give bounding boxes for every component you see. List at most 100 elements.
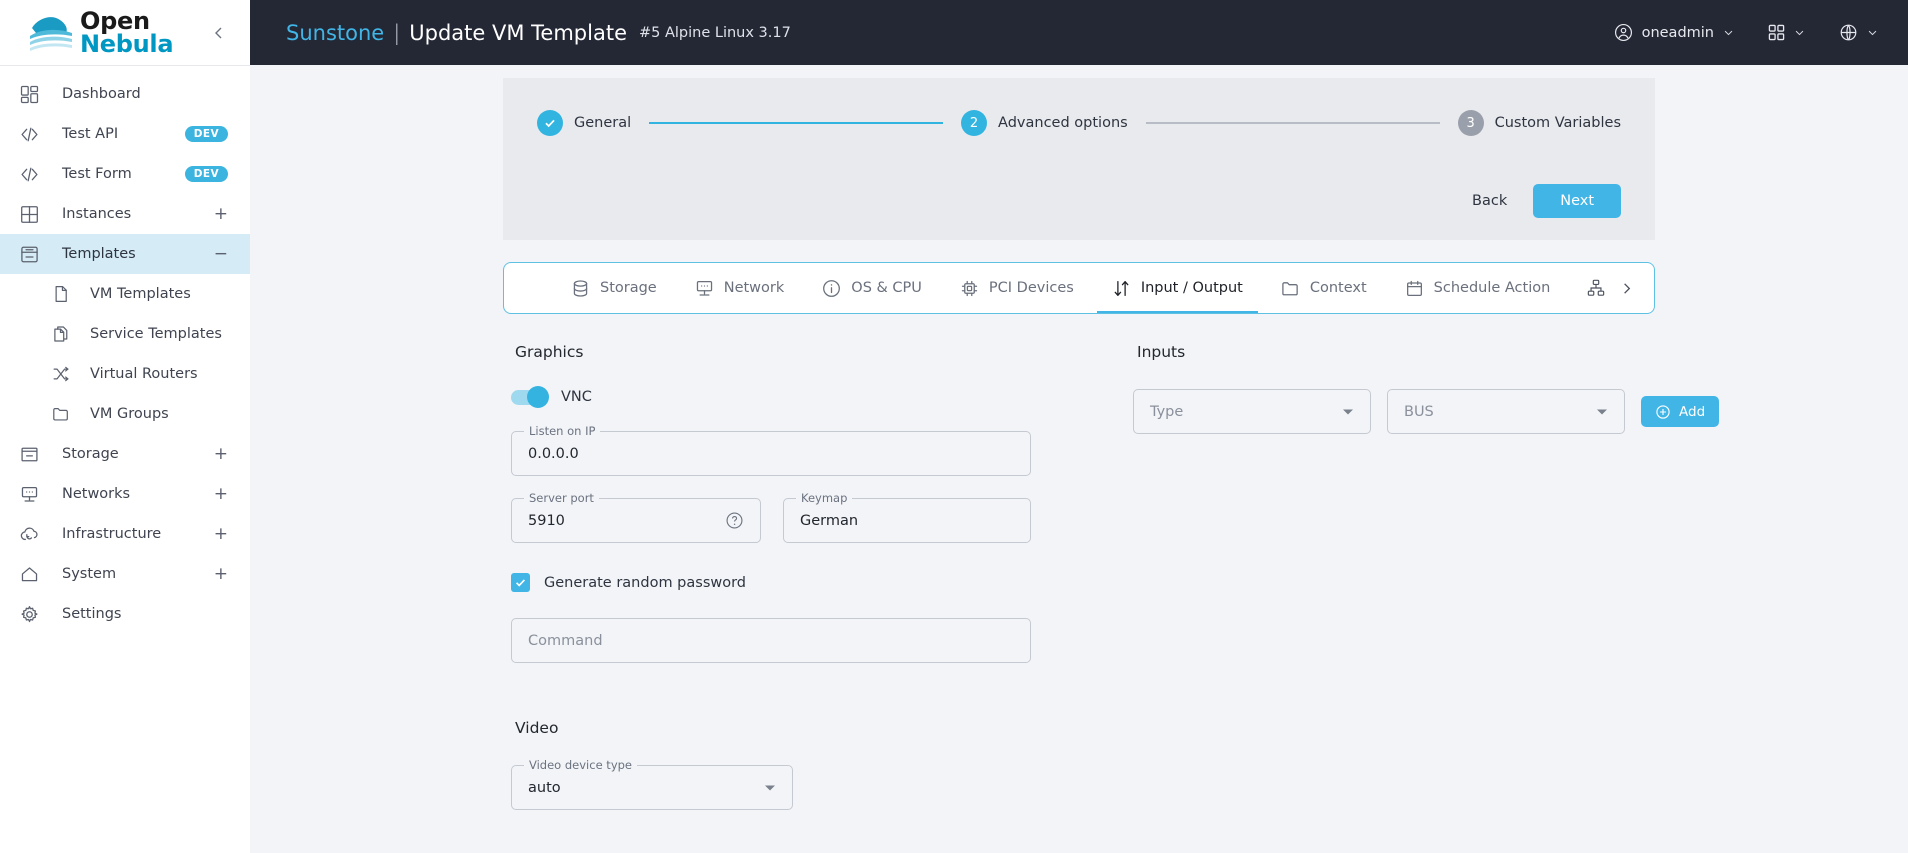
folder-icon (1281, 279, 1300, 298)
sidebar-item-test-api[interactable]: Test API DEV (0, 114, 250, 154)
username-label: oneadmin (1641, 24, 1714, 41)
server-port-label: Server port (524, 491, 599, 505)
network-monitor-icon (20, 485, 50, 504)
tab-context[interactable]: Context (1262, 263, 1386, 313)
sidebar-item-service-templates[interactable]: Service Templates (0, 314, 250, 354)
sidebar-item-dashboard[interactable]: Dashboard (0, 74, 250, 114)
sidebar-item-networks[interactable]: Networks + (0, 474, 250, 514)
command-field[interactable]: Command (511, 618, 1031, 663)
expand-plus-icon[interactable]: + (214, 205, 228, 223)
tab-pci-devices[interactable]: PCI Devices (941, 263, 1093, 313)
step-label: Custom Variables (1494, 115, 1621, 131)
sidebar-item-label: Test API (62, 126, 119, 142)
sidebar-item-label: VM Templates (90, 286, 191, 302)
vnc-label: VNC (561, 389, 592, 405)
info-circle-icon (822, 279, 841, 298)
main-area: Sunstone | Update VM Template #5 Alpine … (250, 0, 1908, 853)
tab-storage[interactable]: Storage (552, 263, 676, 313)
wizard-card: General 2 Advanced options 3 Custom Variable… (503, 78, 1655, 240)
wizard-step-advanced-options[interactable]: 2 Advanced options (961, 110, 1128, 136)
wizard-actions: Back Next (537, 184, 1621, 218)
expand-plus-icon[interactable]: + (214, 525, 228, 543)
expand-plus-icon[interactable]: + (214, 445, 228, 463)
help-circle-icon[interactable] (725, 511, 744, 530)
network-monitor-icon (695, 279, 714, 298)
vnc-toggle[interactable] (511, 386, 549, 408)
server-port-value: 5910 (528, 512, 565, 529)
video-section-title: Video (515, 719, 559, 737)
globe-icon (1839, 23, 1858, 42)
apps-menu[interactable] (1768, 24, 1805, 41)
keymap-field[interactable]: Keymap German (783, 491, 1031, 543)
sidebar-item-label: Test Form (62, 166, 132, 182)
sidebar-item-storage[interactable]: Storage + (0, 434, 250, 474)
grid-squares-icon (20, 205, 50, 224)
dev-badge: DEV (184, 166, 228, 182)
command-placeholder: Command (528, 632, 603, 649)
user-menu[interactable]: oneadmin (1614, 23, 1734, 42)
home-icon (20, 565, 50, 584)
sidebar-item-test-form[interactable]: Test Form DEV (0, 154, 250, 194)
inputs-section-title: Inputs (1137, 343, 1186, 361)
tab-os-cpu[interactable]: OS & CPU (803, 263, 941, 313)
sidebar-item-label: Service Templates (90, 326, 222, 342)
plus-circle-icon (1655, 404, 1671, 420)
video-device-type-select[interactable]: Video device type auto (511, 758, 793, 810)
tab-bar: Storage Network OS & CPU PCI Devices Input /… (503, 262, 1655, 314)
grid-apps-icon (1768, 24, 1785, 41)
sidebar-item-label: Infrastructure (62, 526, 162, 542)
sitemap-icon[interactable] (1587, 279, 1605, 297)
tab-label: Storage (600, 280, 657, 296)
sidebar-item-virtual-routers[interactable]: Virtual Routers (0, 354, 250, 394)
tab-input-output[interactable]: Input / Output (1093, 263, 1262, 313)
sidebar-item-label: System (62, 566, 117, 582)
next-button[interactable]: Next (1533, 184, 1621, 218)
input-type-select[interactable]: Type (1133, 389, 1371, 434)
chevron-left-icon[interactable] (206, 20, 232, 46)
wizard-step-custom-variables[interactable]: 3 Custom Variables (1457, 110, 1621, 136)
input-type-placeholder: Type (1150, 403, 1184, 420)
collapse-minus-icon[interactable]: − (214, 245, 228, 263)
tab-label: Schedule Action (1433, 280, 1551, 296)
opennebula-logo-icon (28, 12, 74, 54)
back-button[interactable]: Back (1462, 186, 1517, 216)
input-bus-select[interactable]: BUS (1387, 389, 1625, 434)
chevron-right-icon[interactable] (1619, 281, 1634, 296)
app-name: Sunstone (286, 20, 385, 45)
tab-network[interactable]: Network (676, 263, 804, 313)
header-actions: oneadmin (1614, 23, 1878, 42)
top-header: Sunstone | Update VM Template #5 Alpine … (250, 0, 1908, 65)
wizard-step-general[interactable]: General (537, 110, 631, 136)
tab-schedule-action[interactable]: Schedule Action (1386, 263, 1570, 313)
tab-label: Network (723, 280, 785, 296)
expand-plus-icon[interactable]: + (214, 565, 228, 583)
video-device-type-label: Video device type (524, 758, 637, 772)
sidebar-item-vm-groups[interactable]: VM Groups (0, 394, 250, 434)
step-indicator: 2 (961, 110, 988, 136)
inputs-add-row: Type BUS Add (1133, 389, 1720, 434)
generate-random-password-checkbox[interactable] (511, 573, 530, 592)
shuffle-icon (52, 365, 76, 383)
sidebar: Open Nebula Dashboard Test API DEV Test For… (0, 0, 250, 853)
sidebar-item-templates[interactable]: Templates − (0, 234, 250, 274)
expand-plus-icon[interactable]: + (214, 485, 228, 503)
sidebar-item-settings[interactable]: Settings (0, 594, 250, 634)
user-circle-icon (1614, 23, 1633, 42)
step-indicator: 3 (1457, 110, 1484, 136)
language-menu[interactable] (1839, 23, 1878, 42)
add-input-button[interactable]: Add (1641, 396, 1720, 427)
arrows-updown-icon (1112, 279, 1131, 298)
tab-label: OS & CPU (851, 280, 922, 296)
server-port-field[interactable]: Server port 5910 (511, 491, 761, 543)
sidebar-item-system[interactable]: System + (0, 554, 250, 594)
sidebar-item-vm-templates[interactable]: VM Templates (0, 274, 250, 314)
sidebar-item-label: Templates (62, 246, 136, 262)
sidebar-item-instances[interactable]: Instances + (0, 194, 250, 234)
brand-wordmark: Open Nebula (80, 9, 174, 55)
tab-label: Context (1309, 280, 1367, 296)
listen-on-ip-field[interactable]: Listen on IP 0.0.0.0 (511, 424, 1031, 476)
chevron-down-icon (1794, 27, 1805, 38)
wizard-stepper: General 2 Advanced options 3 Custom Variable… (537, 110, 1621, 136)
sidebar-item-infrastructure[interactable]: Infrastructure + (0, 514, 250, 554)
step-indicator (537, 110, 563, 136)
